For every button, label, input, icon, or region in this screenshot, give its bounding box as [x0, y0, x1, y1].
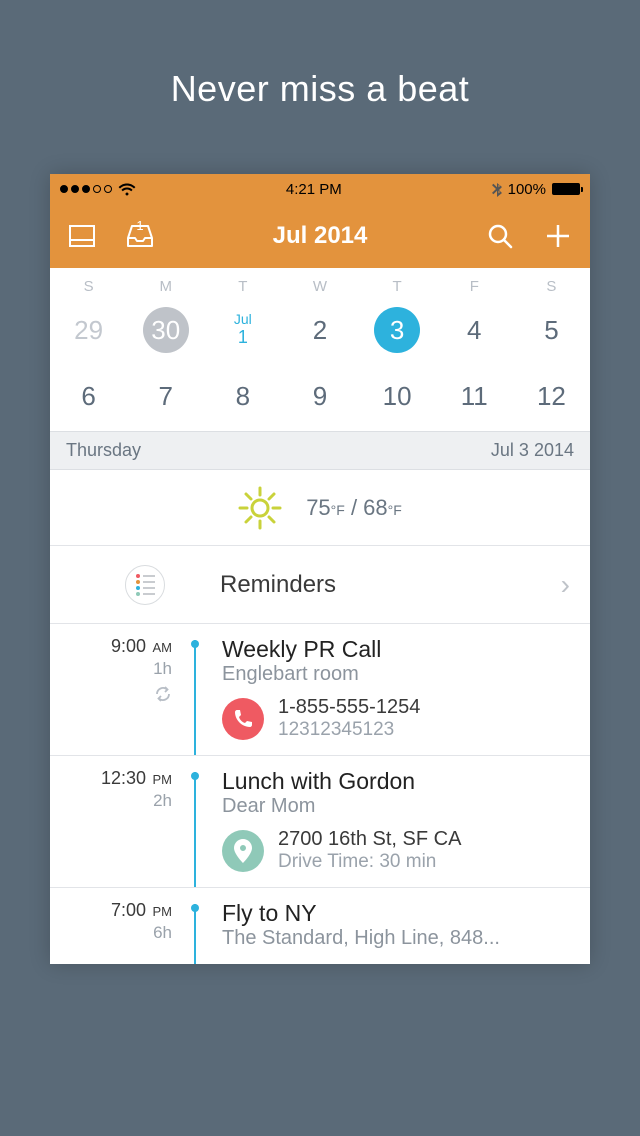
nav-title[interactable]: Jul 2014	[154, 222, 486, 250]
weekday-label: S	[50, 278, 127, 295]
chevron-right-icon: ›	[561, 569, 570, 601]
event-title: Weekly PR Call	[222, 636, 574, 663]
sun-icon	[238, 486, 282, 530]
reminders-icon	[125, 565, 165, 605]
drive-time: Drive Time: 30 min	[278, 851, 461, 873]
promo-tagline: Never miss a beat	[171, 68, 470, 110]
weekday-label: T	[359, 278, 436, 295]
weather-row[interactable]: 75°F / 68°F	[50, 470, 590, 546]
day-cell-today[interactable]: 30	[127, 305, 204, 355]
day-cell[interactable]: 8	[204, 371, 281, 421]
day-weekday: Thursday	[66, 440, 141, 461]
day-cell[interactable]: 11	[436, 371, 513, 421]
map-pin-icon[interactable]	[222, 830, 264, 872]
day-header: Thursday Jul 3 2014	[50, 431, 590, 470]
signal-icon	[60, 185, 112, 193]
week-row-1: 29 30 Jul1 2 3 4 5	[50, 299, 590, 365]
event-row[interactable]: 7:00 PM 6h Fly to NY The Standard, High …	[50, 888, 590, 964]
weekday-label: W	[281, 278, 358, 295]
weekday-label: T	[204, 278, 281, 295]
search-icon	[487, 223, 513, 249]
week-row-2: 6 7 8 9 10 11 12	[50, 365, 590, 431]
event-location: The Standard, High Line, 848...	[222, 927, 574, 950]
recurring-icon	[66, 685, 172, 708]
view-toggle-button[interactable]	[68, 222, 96, 250]
inbox-button[interactable]: 1	[126, 222, 154, 250]
weekday-label: S	[513, 278, 590, 295]
day-cell-month-start[interactable]: Jul1	[204, 305, 281, 355]
event-rail	[182, 900, 208, 950]
weekday-label: M	[127, 278, 204, 295]
bluetooth-icon	[492, 181, 502, 197]
day-cell[interactable]: 2	[281, 305, 358, 355]
phone-frame: 4:21 PM 100% 1 Jul 2014	[50, 174, 590, 964]
event-time: 12:30 PM 2h	[66, 768, 182, 873]
reminders-label: Reminders	[220, 571, 561, 599]
day-cell[interactable]: 12	[513, 371, 590, 421]
day-cell[interactable]: 9	[281, 371, 358, 421]
event-location: Dear Mom	[222, 795, 574, 818]
weekday-label: F	[436, 278, 513, 295]
day-cell[interactable]: 29	[50, 305, 127, 355]
status-bar: 4:21 PM 100%	[50, 174, 590, 204]
plus-icon	[545, 223, 571, 249]
day-cell-selected[interactable]: 3	[359, 305, 436, 355]
inbox-badge: 1	[136, 218, 143, 233]
day-date: Jul 3 2014	[491, 440, 574, 461]
battery-percent: 100%	[508, 181, 546, 198]
day-cell[interactable]: 4	[436, 305, 513, 355]
week-header: S M T W T F S	[50, 268, 590, 299]
address: 2700 16th St, SF CA	[278, 828, 461, 851]
day-cell[interactable]: 6	[50, 371, 127, 421]
conference-code: 12312345123	[278, 719, 420, 741]
event-time: 7:00 PM 6h	[66, 900, 182, 950]
day-cell[interactable]: 7	[127, 371, 204, 421]
day-cell[interactable]: 5	[513, 305, 590, 355]
wifi-icon	[118, 183, 136, 196]
event-rail	[182, 768, 208, 873]
event-row[interactable]: 12:30 PM 2h Lunch with Gordon Dear Mom 2…	[50, 756, 590, 888]
reminders-row[interactable]: Reminders ›	[50, 546, 590, 624]
nav-bar: 1 Jul 2014	[50, 204, 590, 268]
event-rail	[182, 636, 208, 741]
event-row[interactable]: 9:00 AM 1h Weekly PR Call Englebart room…	[50, 624, 590, 756]
status-time: 4:21 PM	[286, 181, 342, 198]
day-cell[interactable]: 10	[359, 371, 436, 421]
event-location: Englebart room	[222, 663, 574, 686]
phone-number: 1-855-555-1254	[278, 696, 420, 719]
event-title: Lunch with Gordon	[222, 768, 574, 795]
event-time: 9:00 AM 1h	[66, 636, 182, 741]
phone-icon[interactable]	[222, 698, 264, 740]
event-title: Fly to NY	[222, 900, 574, 927]
search-button[interactable]	[486, 222, 514, 250]
weather-temps: 75°F / 68°F	[306, 495, 402, 521]
add-button[interactable]	[544, 222, 572, 250]
battery-icon	[552, 183, 580, 195]
